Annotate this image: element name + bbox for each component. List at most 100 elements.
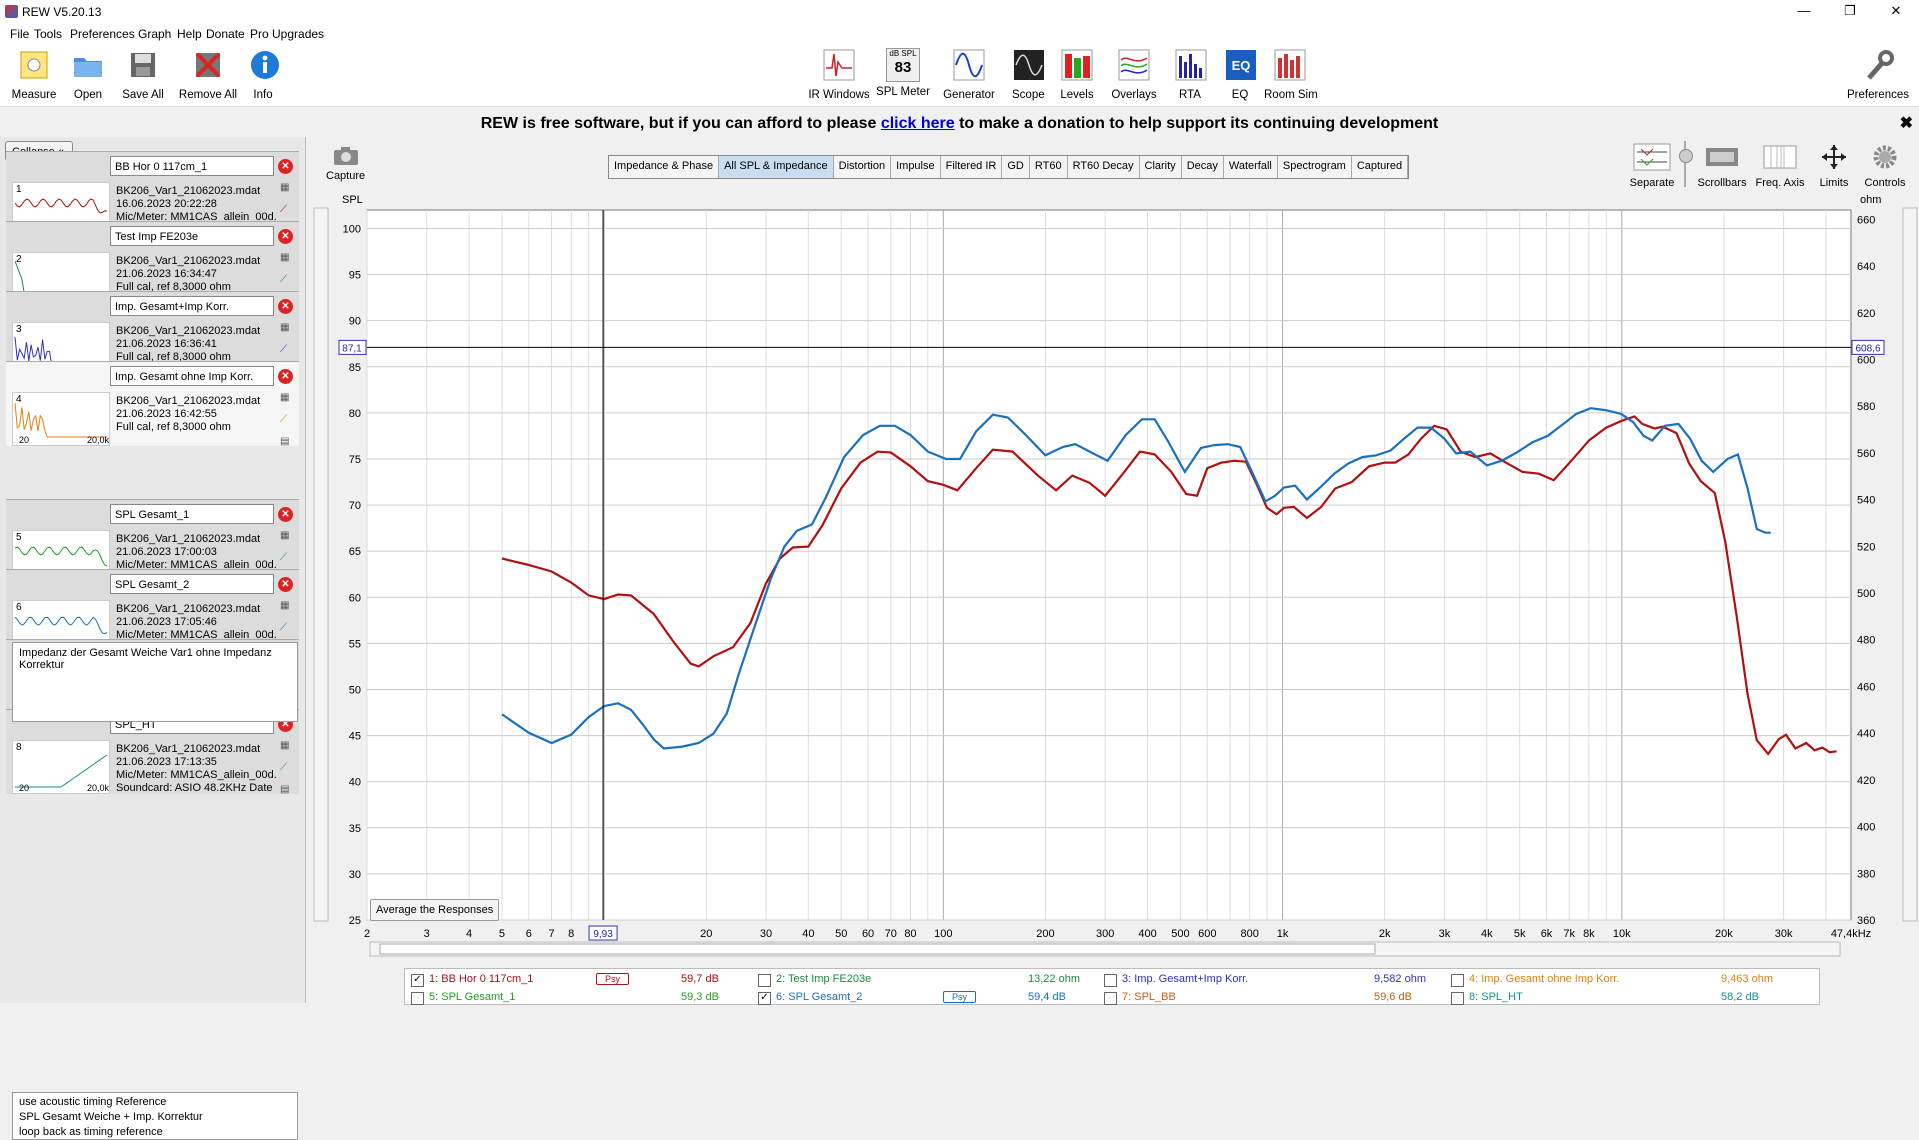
rta-button[interactable]: RTA (1174, 48, 1207, 104)
average-responses-button[interactable]: Average the Responses (370, 899, 500, 921)
spl-meter-button[interactable]: dB SPL 83 SPL Meter (876, 48, 930, 104)
menu-file[interactable]: File (10, 27, 29, 41)
info-button[interactable]: Info (248, 48, 279, 104)
remove-measurement-icon[interactable]: ✕ (278, 577, 293, 592)
scope-button[interactable]: Scope (1012, 48, 1045, 104)
legend-checkbox[interactable] (1104, 974, 1117, 987)
graph-icon[interactable]: ▦ (280, 600, 294, 612)
list-item[interactable]: use acoustic timing Reference (19, 1095, 291, 1110)
measurement-name-field[interactable]: BB Hor 0 117cm_1 (110, 156, 274, 176)
left-scrollbar[interactable] (313, 207, 329, 922)
menu-donate[interactable]: Donate (206, 27, 245, 41)
right-scrollbar[interactable] (1902, 207, 1918, 922)
minimize-button[interactable]: — (1781, 0, 1827, 24)
graph-icon[interactable]: ▦ (280, 182, 294, 194)
remove-measurement-icon[interactable]: ✕ (278, 299, 293, 314)
psy-badge[interactable]: Psy (943, 991, 977, 1003)
tab-decay[interactable]: Decay (1182, 156, 1224, 178)
menu-graph[interactable]: Graph (138, 27, 171, 41)
measurement-name-field[interactable]: SPL Gesamt_1 (110, 504, 274, 524)
measurement-thumbnail[interactable]: 4 20 20,0k (12, 392, 110, 446)
close-banner-icon[interactable]: ✖ (1900, 111, 1913, 136)
separate-button[interactable]: Separate (1628, 143, 1676, 189)
menu-pro-upgrades[interactable]: Pro Upgrades (250, 27, 324, 41)
close-window-button[interactable]: ✕ (1873, 0, 1919, 24)
notes-field[interactable]: Impedanz der Gesamt Weiche Var1 ohne Imp… (12, 642, 298, 722)
list-item[interactable]: SPL Gesamt Weiche + Imp. Korrektur (19, 1110, 291, 1125)
legend-checkbox[interactable] (411, 992, 424, 1005)
remove-measurement-icon[interactable]: ✕ (278, 159, 293, 174)
donate-link[interactable]: click here (881, 115, 955, 132)
tab-rt60[interactable]: RT60 (1030, 156, 1068, 178)
tab-waterfall[interactable]: Waterfall (1224, 156, 1278, 178)
color-pen-icon[interactable]: ⟋ (280, 414, 294, 426)
graph-icon[interactable]: ▦ (280, 322, 294, 334)
measurement-name-field[interactable]: Imp. Gesamt ohne Imp Korr. (110, 366, 274, 386)
remove-all-button[interactable]: Remove All (178, 48, 238, 104)
notes-icon[interactable]: ▤ (280, 784, 294, 796)
scrollbar-thumb[interactable] (379, 943, 1376, 955)
measurement-name-field[interactable]: Imp. Gesamt+Imp Korr. (110, 296, 274, 316)
graph-icon[interactable]: ▦ (280, 392, 294, 404)
tab-spectrogram[interactable]: Spectrogram (1278, 156, 1352, 178)
room-sim-button[interactable]: Room Sim (1264, 48, 1318, 104)
graph-icon[interactable]: ▦ (280, 252, 294, 264)
psy-badge[interactable]: Psy (596, 973, 630, 985)
color-pen-icon[interactable]: ⟋ (280, 204, 294, 216)
color-pen-icon[interactable]: ⟋ (280, 344, 294, 356)
generator-button[interactable]: Generator (940, 48, 998, 104)
legend-checkbox[interactable] (758, 974, 771, 987)
tab-rt60-decay[interactable]: RT60 Decay (1068, 156, 1140, 178)
legend-checkbox[interactable] (1451, 992, 1464, 1005)
tab-distortion[interactable]: Distortion (834, 156, 892, 178)
plot-area[interactable] (366, 209, 1852, 921)
legend-checkbox[interactable]: ✓ (758, 992, 771, 1005)
tab-filtered-ir[interactable]: Filtered IR (941, 156, 1003, 178)
open-button[interactable]: Open (68, 48, 108, 104)
ir-windows-button[interactable]: IR Windows (808, 48, 870, 104)
tab-clarity[interactable]: Clarity (1140, 156, 1182, 178)
color-pen-icon[interactable]: ⟋ (280, 762, 294, 774)
color-pen-icon[interactable]: ⟋ (280, 552, 294, 564)
restore-button[interactable]: ❐ (1827, 0, 1873, 24)
controls-button[interactable]: Controls (1862, 143, 1908, 189)
save-all-button[interactable]: Save All (120, 48, 166, 104)
tab-gd[interactable]: GD (1002, 156, 1030, 178)
legend-checkbox[interactable]: ✓ (411, 974, 424, 987)
timing-reference-list[interactable]: use acoustic timing Reference SPL Gesamt… (12, 1092, 298, 1140)
scrollbars-button[interactable]: Scrollbars (1696, 143, 1748, 189)
separate-slider[interactable] (1679, 141, 1694, 187)
measurement-panel[interactable]: Imp. Gesamt ohne Imp Korr. ✕ 4 20 20,0k BK206… (6, 361, 299, 448)
graph-icon[interactable]: ▦ (280, 530, 294, 542)
measurement-thumbnail[interactable]: 8 20 20,0k (12, 740, 110, 794)
list-item[interactable]: loop back as timing reference (19, 1125, 291, 1140)
overlays-button[interactable]: Overlays (1110, 48, 1158, 104)
remove-measurement-icon[interactable]: ✕ (278, 507, 293, 522)
graph-icon[interactable]: ▦ (280, 740, 294, 752)
measure-button[interactable]: Measure (8, 48, 60, 104)
menu-help[interactable]: Help (177, 27, 202, 41)
color-pen-icon[interactable]: ⟋ (280, 622, 294, 634)
tab-captured[interactable]: Captured (1352, 156, 1409, 178)
remove-measurement-icon[interactable]: ✕ (278, 369, 293, 384)
menu-tools[interactable]: Tools (34, 27, 62, 41)
levels-button[interactable]: Levels (1060, 48, 1094, 104)
cursor[interactable]: 87,1 608,6 9,93 (338, 210, 1885, 941)
capture-button[interactable]: Capture (326, 145, 365, 182)
tab-impulse[interactable]: Impulse (891, 156, 941, 178)
tab-all-spl-impedance[interactable]: All SPL & Impedance (719, 156, 834, 178)
notes-icon[interactable]: ▤ (280, 436, 294, 448)
legend-checkbox[interactable] (1104, 992, 1117, 1005)
remove-measurement-icon[interactable]: ✕ (278, 229, 293, 244)
preferences-button[interactable]: Preferences (1844, 48, 1912, 104)
legend-checkbox[interactable] (1451, 974, 1464, 987)
measurement-name-field[interactable]: SPL Gesamt_2 (110, 574, 274, 594)
eq-button[interactable]: EQ EQ (1224, 48, 1256, 104)
menu-preferences[interactable]: Preferences (70, 27, 135, 41)
slider-knob[interactable] (1679, 149, 1693, 163)
limits-button[interactable]: Limits (1814, 143, 1854, 189)
measurement-name-field[interactable]: Test Imp FE203e (110, 226, 274, 246)
freq-axis-button[interactable]: Freq. Axis (1752, 143, 1808, 189)
tab-impedance-phase[interactable]: Impedance & Phase (609, 156, 720, 178)
color-pen-icon[interactable]: ⟋ (280, 274, 294, 286)
